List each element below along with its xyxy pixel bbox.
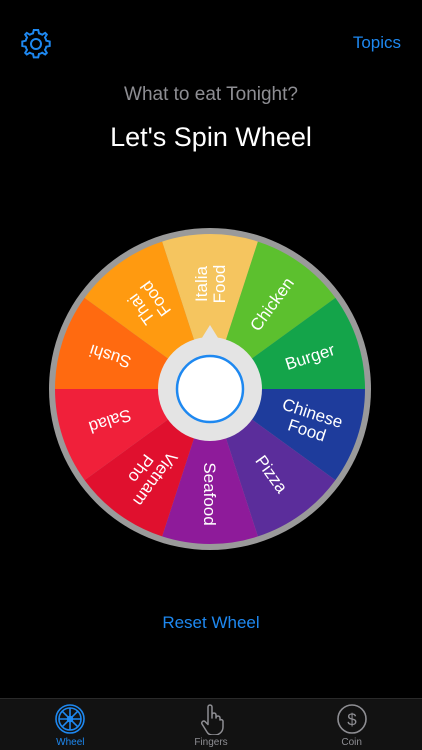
tab-bar: Wheel Fingers $ Coin bbox=[0, 698, 422, 750]
wheel-segment-label: Seafood bbox=[200, 462, 219, 525]
gear-icon bbox=[21, 29, 51, 59]
svg-text:$: $ bbox=[347, 710, 357, 729]
finger-icon bbox=[201, 704, 224, 735]
reset-wheel-button[interactable]: Reset Wheel bbox=[0, 613, 422, 633]
tab-coin[interactable]: $ Coin bbox=[281, 699, 422, 750]
spin-wheel[interactable]: ItaliaFood Chicken Burger ChineseFood Pizza S… bbox=[49, 228, 371, 550]
tab-fingers-label: Fingers bbox=[194, 737, 228, 748]
page-subtitle: What to eat Tonight? bbox=[124, 84, 298, 105]
wheel-segment-label: ItaliaFood bbox=[192, 265, 229, 304]
tab-fingers[interactable]: Fingers bbox=[141, 699, 282, 750]
topics-button[interactable]: Topics bbox=[353, 33, 401, 53]
wheel-icon bbox=[55, 704, 86, 734]
settings-button[interactable] bbox=[18, 26, 54, 62]
spin-button[interactable] bbox=[175, 354, 245, 424]
coin-icon: $ bbox=[336, 704, 367, 734]
tab-wheel[interactable]: Wheel bbox=[0, 699, 141, 750]
tab-coin-label: Coin bbox=[341, 737, 362, 748]
page-title: Let's Spin Wheel bbox=[110, 122, 312, 152]
tab-wheel-label: Wheel bbox=[56, 737, 85, 748]
